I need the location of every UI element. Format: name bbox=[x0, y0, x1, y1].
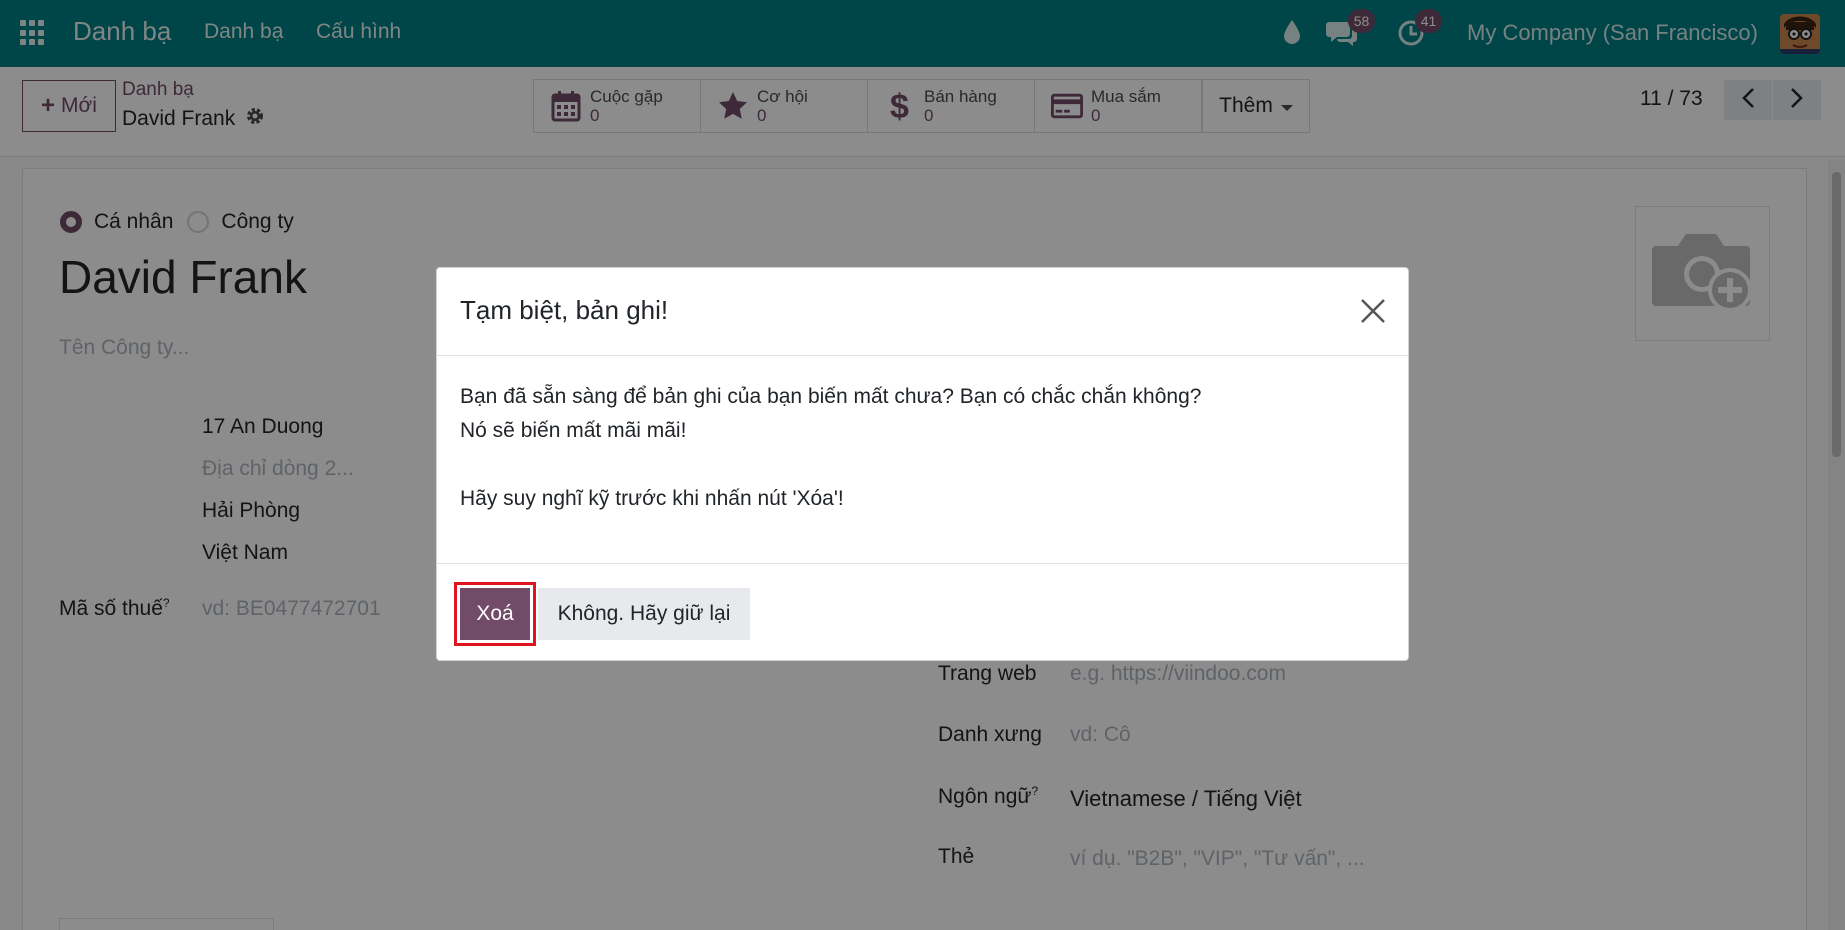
delete-button[interactable]: Xoá bbox=[454, 582, 536, 646]
dialog-header: Tạm biệt, bản ghi! bbox=[437, 268, 1408, 356]
close-icon[interactable] bbox=[1358, 296, 1388, 326]
keep-button[interactable]: Không. Hãy giữ lại bbox=[538, 588, 750, 640]
dialog-message-line: Hãy suy nghĩ kỹ trước khi nhấn nút 'Xóa'… bbox=[460, 487, 844, 510]
dialog-message-line: Bạn đã sẵn sàng để bản ghi của bạn biến … bbox=[460, 385, 1202, 408]
dialog-message-line: Nó sẽ biến mất mãi mãi! bbox=[460, 419, 687, 442]
delete-confirm-dialog: Tạm biệt, bản ghi! Bạn đã sẵn sàng để bả… bbox=[436, 267, 1409, 661]
dialog-body: Bạn đã sẵn sàng để bản ghi của bạn biến … bbox=[460, 380, 1380, 516]
dialog-footer: Xoá Không. Hãy giữ lại bbox=[437, 563, 1408, 660]
dialog-title: Tạm biệt, bản ghi! bbox=[460, 295, 669, 325]
